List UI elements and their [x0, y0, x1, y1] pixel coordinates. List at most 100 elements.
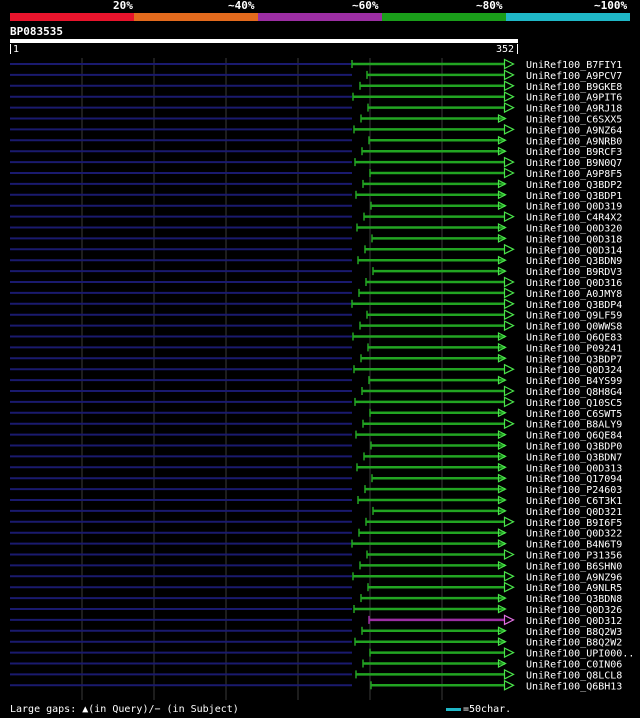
hit-row[interactable]: UniRef100_Q3BDP4: [10, 298, 622, 311]
hit-label[interactable]: UniRef100_B8Q2W3: [526, 627, 622, 638]
hit-label[interactable]: UniRef100_Q0D316: [526, 278, 622, 289]
hit-row[interactable]: UniRef100_A9NZ96: [10, 570, 622, 584]
hit-label[interactable]: UniRef100_Q0D313: [526, 463, 622, 474]
hit-row[interactable]: UniRef100_B8ALY9: [10, 418, 622, 431]
hit-row[interactable]: UniRef100_B8Q2W3: [10, 626, 622, 638]
hit-label[interactable]: UniRef100_B4N6T9: [526, 540, 622, 551]
hit-row[interactable]: UniRef100_Q0D319: [10, 201, 622, 213]
hit-row[interactable]: UniRef100_Q3BDP2: [10, 179, 622, 191]
hit-row[interactable]: UniRef100_C4R4X2: [10, 211, 622, 224]
hit-label[interactable]: UniRef100_Q9LF59: [526, 311, 622, 322]
hit-row[interactable]: UniRef100_Q9LF59: [10, 309, 622, 322]
hit-label[interactable]: UniRef100_A9PIT6: [526, 93, 622, 104]
hit-row[interactable]: UniRef100_Q6BH13: [10, 679, 622, 693]
hit-row[interactable]: UniRef100_Q3BDN8: [10, 593, 622, 605]
hit-row[interactable]: UniRef100_Q3BDP7: [10, 353, 622, 365]
hit-row[interactable]: UniRef100_C0IN06: [10, 659, 622, 671]
hit-row[interactable]: UniRef100_Q10SC5: [10, 396, 622, 409]
hit-row[interactable]: UniRef100_Q0D314: [10, 243, 622, 256]
hit-row[interactable]: UniRef100_B4YS99: [10, 375, 622, 387]
hit-label[interactable]: UniRef100_Q0D321: [526, 507, 622, 518]
hit-label[interactable]: UniRef100_P31356: [526, 551, 622, 562]
hit-label[interactable]: UniRef100_B9GKE8: [526, 82, 622, 93]
hit-label[interactable]: UniRef100_A9NZ64: [526, 125, 622, 136]
hit-row[interactable]: UniRef100_B6SHN0: [10, 560, 622, 572]
hit-row[interactable]: UniRef100_C6SXX5: [10, 114, 622, 126]
hit-label[interactable]: UniRef100_B7FIY1: [526, 60, 622, 71]
hit-row[interactable]: UniRef100_Q6QE83: [10, 332, 622, 344]
hit-row[interactable]: UniRef100_B4N6T9: [10, 539, 622, 551]
hit-row[interactable]: UniRef100_A9NZ64: [10, 123, 622, 136]
hit-row[interactable]: UniRef100_Q0WWS8: [10, 320, 622, 333]
hit-label[interactable]: UniRef100_B8ALY9: [526, 420, 622, 431]
hit-row[interactable]: UniRef100_Q3BDP1: [10, 190, 622, 202]
hit-label[interactable]: UniRef100_C4R4X2: [526, 213, 622, 224]
hit-label[interactable]: UniRef100_B9RDV3: [526, 267, 622, 278]
hit-row[interactable]: UniRef100_A9RJ18: [10, 102, 622, 115]
hit-row[interactable]: UniRef100_B9N0Q7: [10, 156, 622, 170]
hit-row[interactable]: UniRef100_Q3BDN9: [10, 255, 622, 267]
hit-label[interactable]: UniRef100_Q3BDP4: [526, 300, 622, 311]
hit-label[interactable]: UniRef100_A9NZ96: [526, 572, 622, 583]
hit-label[interactable]: UniRef100_Q0D318: [526, 234, 622, 245]
hit-row[interactable]: UniRef100_Q17094: [10, 473, 622, 485]
hit-row[interactable]: UniRef100_A9PCV7: [10, 69, 622, 82]
hit-row[interactable]: UniRef100_A9NLR5: [10, 581, 622, 595]
hit-row[interactable]: UniRef100_UPI000..: [10, 647, 634, 660]
hit-row[interactable]: UniRef100_Q0D324: [10, 363, 622, 377]
hit-row[interactable]: UniRef100_Q0D312: [10, 614, 622, 627]
hit-row[interactable]: UniRef100_Q0D321: [10, 506, 622, 518]
hit-row[interactable]: UniRef100_B7FIY1: [10, 58, 622, 72]
hit-label[interactable]: UniRef100_P09241: [526, 343, 622, 354]
hit-row[interactable]: UniRef100_C6SWT5: [10, 408, 622, 420]
hit-row[interactable]: UniRef100_A0JMY8: [10, 287, 622, 300]
hit-label[interactable]: UniRef100_B9I6F5: [526, 518, 622, 529]
hit-label[interactable]: UniRef100_B4YS99: [526, 376, 622, 387]
hit-label[interactable]: UniRef100_Q0WWS8: [526, 322, 622, 333]
hit-row[interactable]: UniRef100_Q3BDN7: [10, 451, 622, 463]
hit-label[interactable]: UniRef100_B9N0Q7: [526, 158, 622, 169]
hit-row[interactable]: UniRef100_A9PIT6: [10, 91, 622, 104]
hit-label[interactable]: UniRef100_Q0D314: [526, 245, 622, 256]
hit-row[interactable]: UniRef100_Q0D326: [10, 604, 622, 616]
hit-label[interactable]: UniRef100_C6SWT5: [526, 409, 622, 420]
hit-label[interactable]: UniRef100_Q8H8G4: [526, 387, 622, 398]
hit-label[interactable]: UniRef100_Q3BDP0: [526, 442, 622, 453]
hit-row[interactable]: UniRef100_B9RCF3: [10, 146, 622, 158]
hit-label[interactable]: UniRef100_UPI000..: [526, 649, 634, 660]
hit-row[interactable]: UniRef100_B9I6F5: [10, 516, 622, 529]
hit-label[interactable]: UniRef100_Q6QE84: [526, 431, 622, 442]
hit-label[interactable]: UniRef100_Q3BDP2: [526, 180, 622, 191]
hit-label[interactable]: UniRef100_Q6BH13: [526, 681, 622, 692]
hit-label[interactable]: UniRef100_P24603: [526, 485, 622, 496]
hit-label[interactable]: UniRef100_Q0D320: [526, 224, 622, 235]
hit-row[interactable]: UniRef100_B8Q2W2: [10, 637, 622, 649]
hit-label[interactable]: UniRef100_Q0D322: [526, 529, 622, 540]
hit-row[interactable]: UniRef100_Q6QE84: [10, 430, 622, 442]
hit-row[interactable]: UniRef100_C6T3K1: [10, 495, 622, 507]
hit-label[interactable]: UniRef100_Q8LCL8: [526, 670, 622, 681]
hit-label[interactable]: UniRef100_C6T3K1: [526, 496, 622, 507]
hit-label[interactable]: UniRef100_Q6QE83: [526, 333, 622, 344]
hit-row[interactable]: UniRef100_B9RDV3: [10, 266, 622, 278]
hit-label[interactable]: UniRef100_Q0D324: [526, 365, 622, 376]
hit-row[interactable]: UniRef100_Q0D320: [10, 223, 622, 235]
hit-label[interactable]: UniRef100_B8Q2W2: [526, 638, 622, 649]
hit-row[interactable]: UniRef100_Q0D316: [10, 276, 622, 290]
hit-label[interactable]: UniRef100_Q17094: [526, 474, 622, 485]
hit-row[interactable]: UniRef100_A9NRB0: [10, 135, 622, 147]
hit-label[interactable]: UniRef100_A9PCV7: [526, 71, 622, 82]
hit-row[interactable]: UniRef100_Q8LCL8: [10, 668, 622, 682]
hit-label[interactable]: UniRef100_B6SHN0: [526, 561, 622, 572]
hit-label[interactable]: UniRef100_Q3BDN7: [526, 452, 622, 463]
hit-label[interactable]: UniRef100_Q10SC5: [526, 398, 622, 409]
hit-row[interactable]: UniRef100_A9P8F5: [10, 167, 622, 181]
hit-label[interactable]: UniRef100_Q0D312: [526, 616, 622, 627]
hit-label[interactable]: UniRef100_Q0D319: [526, 202, 622, 213]
hit-label[interactable]: UniRef100_Q3BDN9: [526, 256, 622, 267]
hit-row[interactable]: UniRef100_P24603: [10, 484, 622, 496]
hit-label[interactable]: UniRef100_B9RCF3: [526, 147, 622, 158]
hit-label[interactable]: UniRef100_Q3BDN8: [526, 594, 622, 605]
hit-row[interactable]: UniRef100_B9GKE8: [10, 80, 622, 93]
hit-label[interactable]: UniRef100_A0JMY8: [526, 289, 622, 300]
